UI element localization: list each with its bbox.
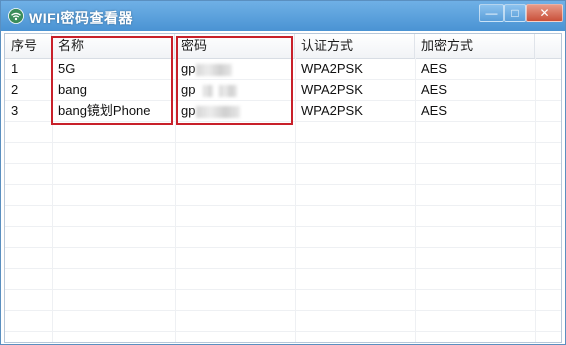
grid-line — [5, 226, 561, 227]
password-mask — [219, 84, 238, 97]
minimize-button[interactable]: — — [479, 4, 504, 22]
grid-line — [5, 184, 561, 185]
cell-auth: WPA2PSK — [301, 61, 363, 76]
password-prefix: gp — [181, 82, 196, 97]
column-header-index[interactable]: 序号 — [5, 34, 52, 58]
column-header-password[interactable]: 密码 — [175, 34, 295, 58]
cell-index: 2 — [11, 82, 19, 97]
cell-index: 3 — [11, 103, 19, 118]
password-prefix: gp — [181, 61, 196, 76]
column-header-name[interactable]: 名称 — [52, 34, 175, 58]
cell-auth: WPA2PSK — [301, 103, 363, 118]
cell-password: gp — [175, 79, 295, 100]
app-window: WIFI密码查看器 — □ ✕ 序号 名称 密码 认证方式 加密方式 1 5G … — [0, 0, 566, 345]
grid-line — [5, 247, 561, 248]
grid-line — [5, 142, 561, 143]
window-title: WIFI密码查看器 — [29, 10, 134, 26]
cell-cipher: AES — [421, 61, 448, 76]
password-mask — [196, 105, 241, 118]
table-row[interactable]: 2 bang gp WPA2PSK AES — [5, 79, 561, 100]
cell-name: 5G — [58, 61, 76, 76]
column-header-cipher[interactable]: 加密方式 — [415, 34, 535, 58]
cell-password: gp — [175, 100, 295, 121]
column-header-auth[interactable]: 认证方式 — [295, 34, 415, 58]
wifi-list-view[interactable]: 序号 名称 密码 认证方式 加密方式 1 5G gp WPA2PSK AES 2… — [4, 33, 562, 343]
password-mask — [196, 63, 233, 76]
cell-cipher: AES — [421, 82, 448, 97]
grid-line — [5, 331, 561, 332]
cell-password: gp — [175, 58, 295, 79]
cell-auth: WPA2PSK — [301, 82, 363, 97]
grid-line — [5, 163, 561, 164]
grid-line — [5, 310, 561, 311]
wifi-icon — [8, 8, 24, 24]
grid-line — [5, 205, 561, 206]
password-mask — [203, 84, 214, 97]
grid-line — [5, 121, 561, 122]
close-button[interactable]: ✕ — [526, 4, 563, 22]
cell-name: bang — [58, 82, 87, 97]
cell-cipher: AES — [421, 103, 448, 118]
table-row[interactable]: 3 bang镜划Phone gp WPA2PSK AES — [5, 100, 561, 121]
table-row[interactable]: 1 5G gp WPA2PSK AES — [5, 58, 561, 79]
grid-line — [5, 289, 561, 290]
cell-name: bang镜划Phone — [58, 103, 151, 118]
maximize-button[interactable]: □ — [504, 4, 526, 22]
title-bar[interactable]: WIFI密码查看器 — □ ✕ — [1, 1, 565, 31]
table-header: 序号 名称 密码 认证方式 加密方式 — [5, 34, 561, 59]
grid-line — [5, 268, 561, 269]
password-prefix: gp — [181, 103, 196, 118]
cell-index: 1 — [11, 61, 19, 76]
